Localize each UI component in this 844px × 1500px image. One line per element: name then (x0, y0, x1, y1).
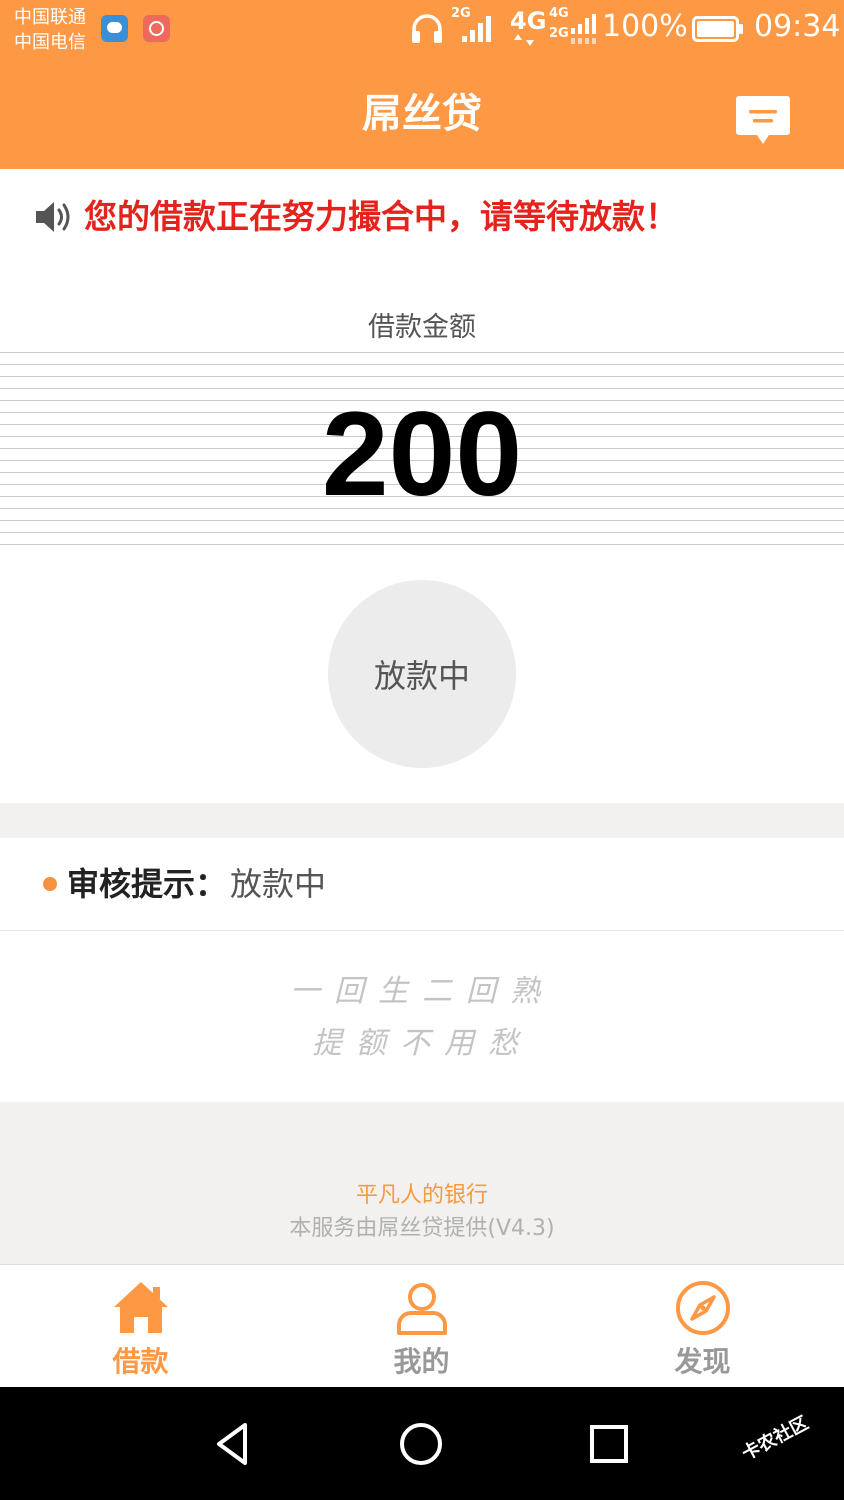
speaker-icon (36, 202, 70, 232)
nav-label-discover: 发现 (674, 1345, 731, 1378)
data-arrows-icon (514, 34, 534, 46)
battery-icon (692, 16, 743, 42)
network-4g-label: 4G (510, 7, 547, 35)
footer-brand: 平凡人的银行 (355, 1183, 488, 1208)
status-bar: 中国联通 中国电信 2G 4G 4G 2G 100% 09:34 (0, 0, 844, 58)
bullet-dot (43, 877, 57, 891)
headphones-icon (412, 14, 442, 43)
section-divider (0, 803, 844, 838)
notice-text: 您的借款正在努力撮合中，请等待放款！ (84, 197, 678, 236)
signal-2-icon (571, 14, 596, 44)
back-icon[interactable] (211, 1421, 257, 1467)
page-title: 屌丝贷 (362, 91, 482, 137)
loan-status-button[interactable]: 放款中 (328, 580, 516, 768)
home-icon (114, 1282, 168, 1333)
network-2g-small-label: 2G (549, 26, 569, 41)
footer-provider: 本服务由屌丝贷提供(V4.3) (289, 1216, 555, 1241)
clock: 09:34 (754, 9, 841, 44)
system-navigation-bar (0, 1387, 844, 1500)
review-tip-value: 放款中 (230, 865, 327, 903)
loan-amount: 200 (321, 387, 523, 521)
nav-item-loan[interactable]: 借款 (0, 1265, 281, 1388)
nav-item-mine[interactable]: 我的 (281, 1265, 562, 1388)
nav-label-mine: 我的 (393, 1345, 450, 1378)
battery-percent: 100% (602, 9, 688, 44)
network-4g-small-label: 4G (549, 6, 569, 21)
bottom-navigation: 借款 我的 发现 (0, 1264, 844, 1388)
message-button[interactable] (735, 94, 791, 146)
notice-bar: 您的借款正在努力撮合中，请等待放款！ (34, 193, 834, 241)
carrier-1: 中国联通 (14, 7, 86, 28)
recents-icon[interactable] (586, 1421, 632, 1467)
compass-icon (676, 1281, 730, 1335)
app-notification-icon (143, 15, 170, 42)
slogan-line-2: 提额不用愁 (312, 1026, 532, 1061)
chat-notification-icon (101, 15, 128, 42)
nav-label-loan: 借款 (112, 1345, 169, 1378)
carrier-2: 中国电信 (14, 32, 86, 53)
signal-icon (462, 16, 491, 42)
amount-label: 借款金额 (368, 312, 476, 343)
review-tip-label: 审核提示： (67, 865, 228, 903)
slogan-line-1: 一回生二回熟 (290, 974, 554, 1009)
home-button-icon[interactable] (398, 1421, 444, 1467)
message-icon (736, 96, 790, 144)
carrier-info: 中国联通 中国电信 (14, 5, 86, 55)
user-icon (397, 1283, 447, 1335)
loan-status-label: 放款中 (373, 657, 470, 695)
nav-item-discover[interactable]: 发现 (562, 1265, 843, 1388)
review-tip: 审核提示： 放款中 (0, 838, 844, 931)
app-header: 中国联通 中国电信 2G 4G 4G 2G 100% 09:34 屌丝贷 (0, 0, 844, 169)
